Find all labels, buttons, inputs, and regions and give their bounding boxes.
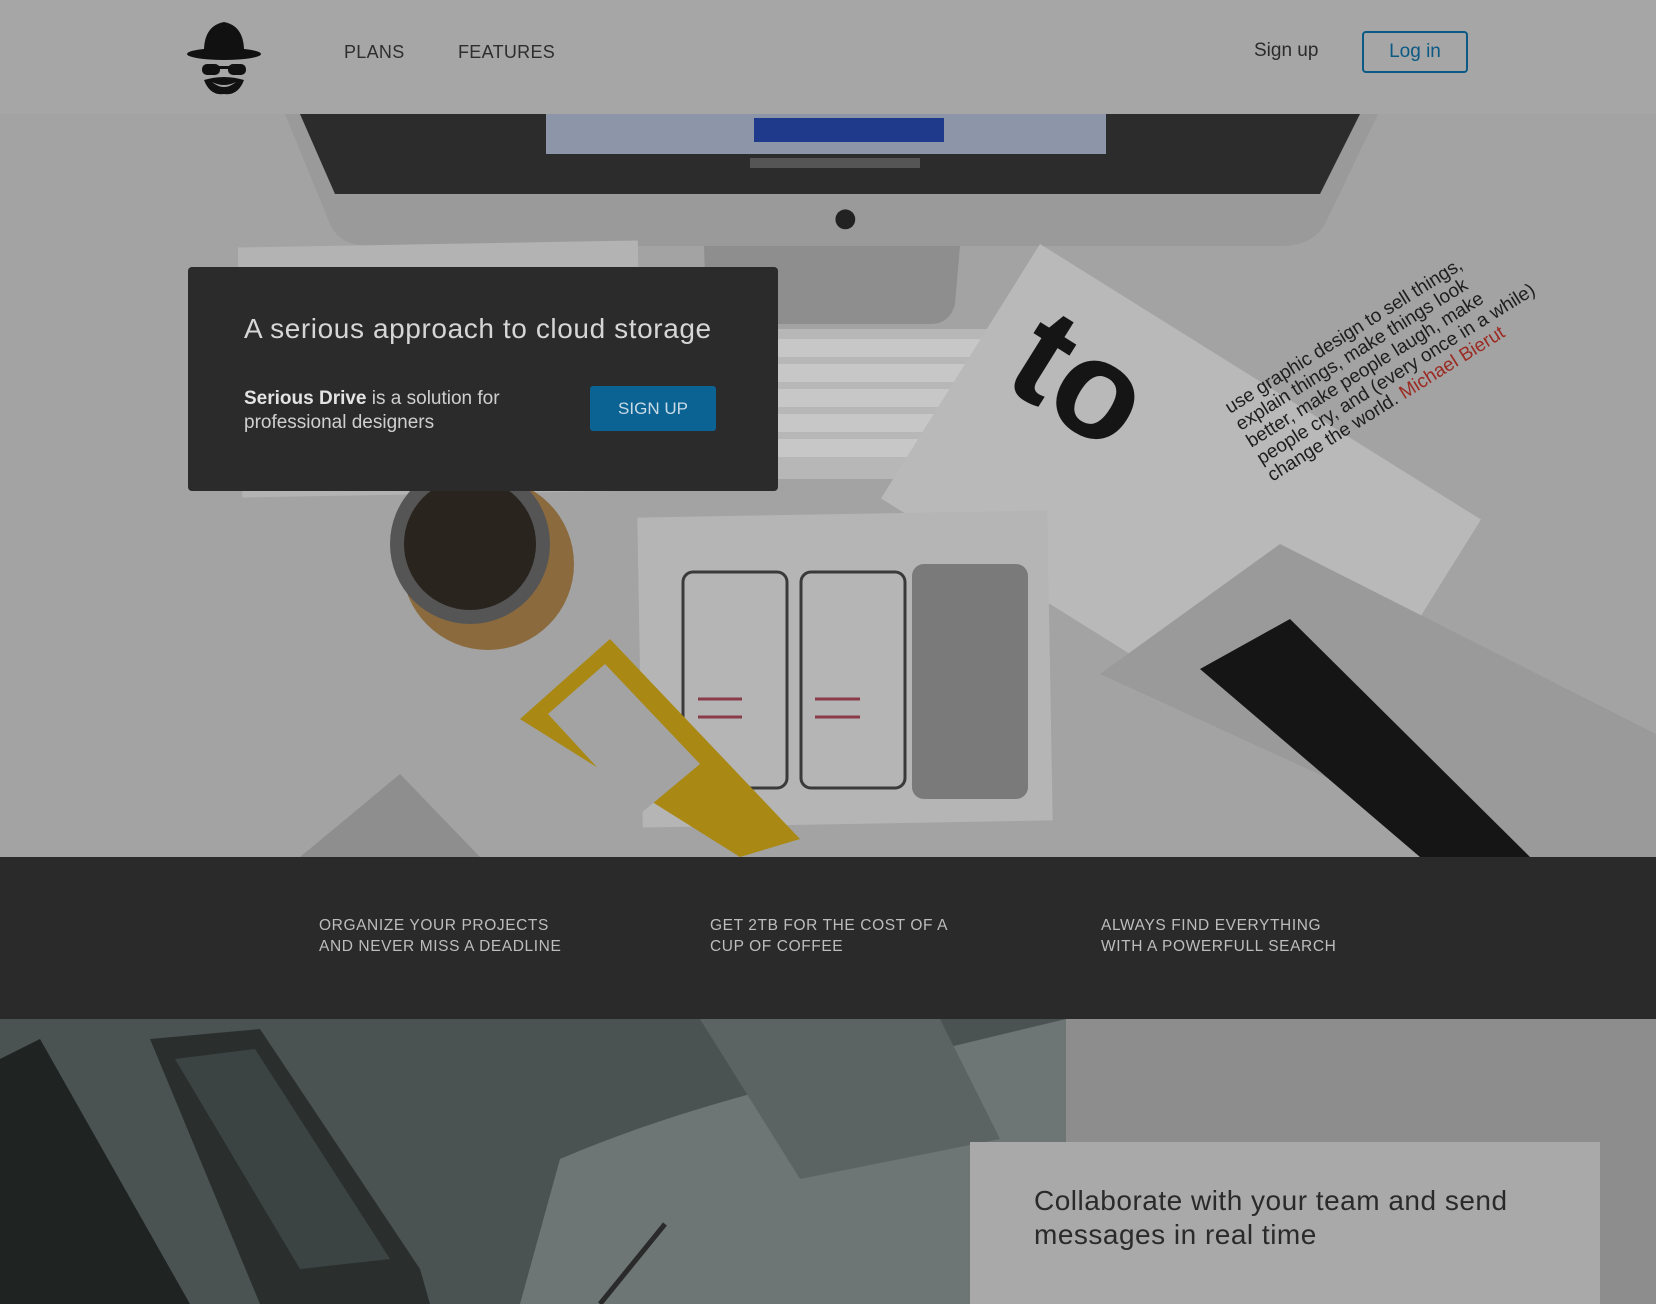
feature-storage: GET 2TB FOR THE COST OF A CUP OF COFFEE <box>710 917 948 955</box>
top-navbar: PLANS FEATURES Sign up Log in <box>0 0 1656 115</box>
hero-description: Serious Drive is a solution for professi… <box>244 387 544 435</box>
nav-plans[interactable]: PLANS <box>344 42 405 63</box>
collaboration-section: Collaborate with your team and send mess… <box>0 1019 1656 1304</box>
login-button[interactable]: Log in <box>1362 31 1468 73</box>
collaboration-heading: Collaborate with your team and send mess… <box>1034 1185 1508 1250</box>
nav-features[interactable]: FEATURES <box>458 42 555 63</box>
svg-text:●: ● <box>834 203 857 233</box>
spy-logo-icon[interactable] <box>186 18 262 96</box>
hero-card: A serious approach to cloud storage Seri… <box>188 267 778 491</box>
collaboration-card: Collaborate with your team and send mess… <box>970 1142 1600 1304</box>
signup-link[interactable]: Sign up <box>1254 40 1318 62</box>
feature-organize: ORGANIZE YOUR PROJECTS AND NEVER MISS A … <box>319 917 562 955</box>
features-band: ORGANIZE YOUR PROJECTS AND NEVER MISS A … <box>0 857 1656 1019</box>
feature-search: ALWAYS FIND EVERYTHING WITH A POWERFULL … <box>1101 917 1337 955</box>
hero-title: A serious approach to cloud storage <box>244 313 712 344</box>
hero-brand-name: Serious Drive <box>244 388 367 409</box>
hero-signup-button[interactable]: SIGN UP <box>590 386 716 431</box>
hero-section: ● to use graphic design to sell things, … <box>0 114 1656 857</box>
